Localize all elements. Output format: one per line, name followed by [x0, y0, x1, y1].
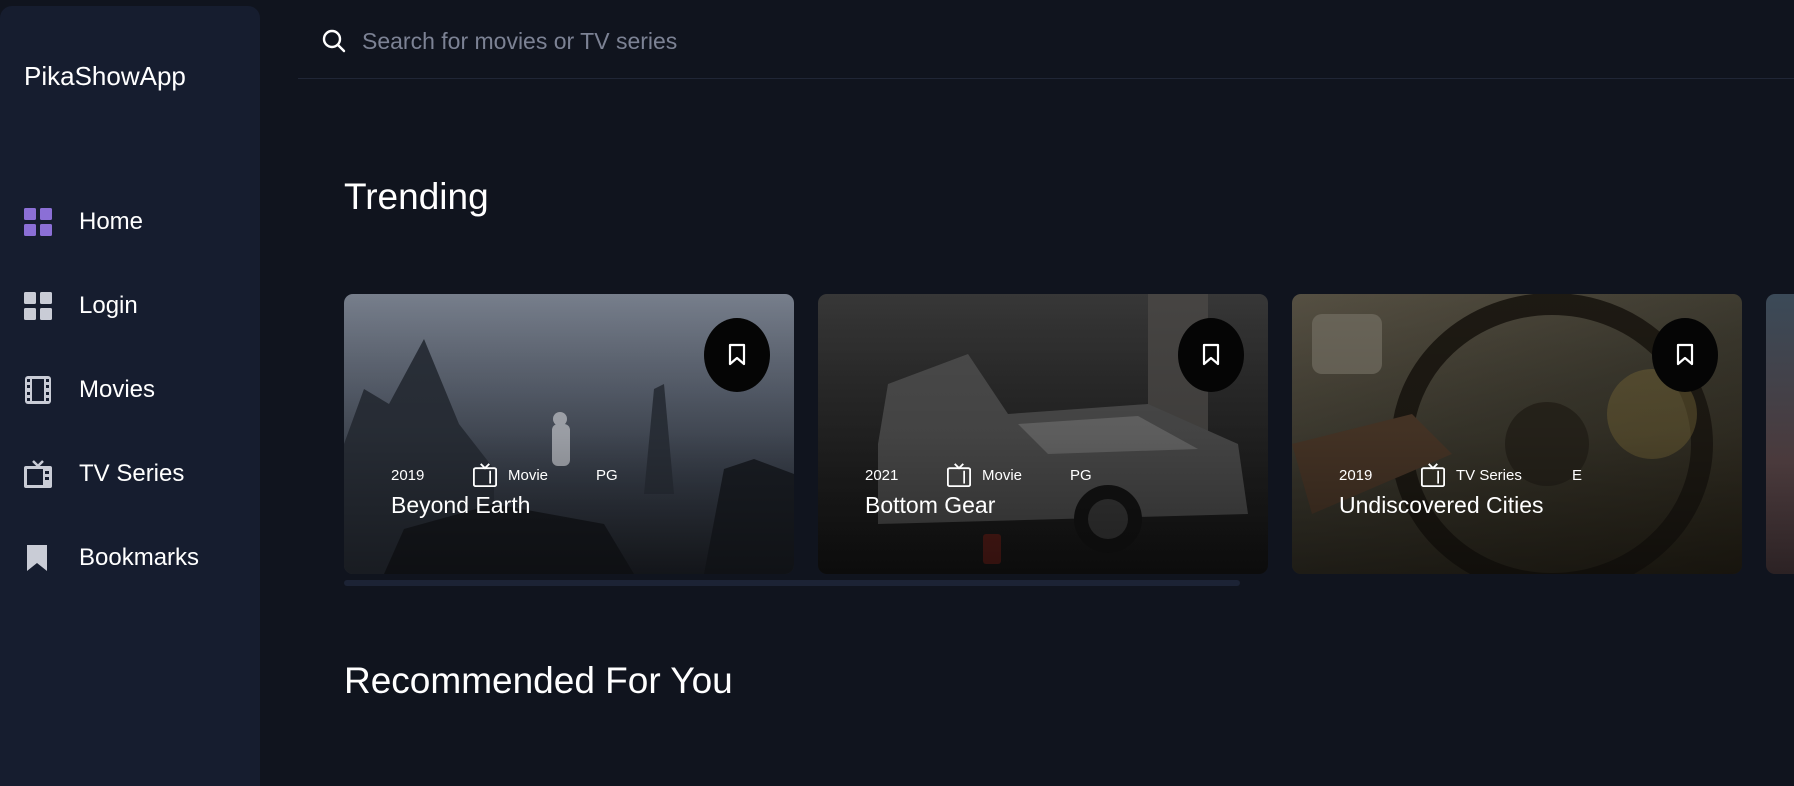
card-title: Beyond Earth	[391, 492, 531, 518]
nav-label-login: Login	[79, 292, 138, 319]
card-title: Undiscovered Cities	[1339, 492, 1544, 518]
card-category: Movie	[508, 466, 549, 484]
card-meta: 2019 Movie PG	[391, 462, 618, 488]
bookmark-icon	[24, 544, 52, 572]
search-bar	[298, 0, 1794, 79]
bookmark-icon	[1202, 343, 1220, 366]
sidebar: PikaShowApp Home Login Movies TV Series …	[0, 6, 260, 786]
trending-card[interactable]: 2019 Movie PG Beyond Earth	[344, 294, 794, 574]
nav-label-movies: Movies	[79, 376, 156, 403]
card-rating: PG	[1070, 466, 1092, 484]
grid-icon	[24, 292, 52, 320]
bookmark-icon	[1676, 343, 1694, 366]
trending-heading: Trending	[344, 176, 489, 217]
nav-item-login[interactable]: Login	[24, 289, 138, 323]
trending-card[interactable]: 2021 Movie PG Bottom Gear	[818, 294, 1268, 574]
card-title: Bottom Gear	[865, 492, 996, 518]
app-logo[interactable]: PikaShowApp	[24, 61, 186, 92]
card-meta: 2021 Movie PG	[865, 462, 1092, 488]
trending-card[interactable]: 2019 TV Series E Undiscovered Cities	[1292, 294, 1742, 574]
bookmark-button[interactable]	[1652, 318, 1718, 392]
nav-item-bookmarks[interactable]: Bookmarks	[24, 541, 199, 575]
film-icon	[24, 376, 52, 404]
tv-icon	[24, 460, 52, 488]
card-year: 2021	[865, 466, 899, 484]
carousel-scrollbar[interactable]	[344, 580, 1240, 586]
card-category: TV Series	[1456, 466, 1522, 484]
search-icon	[322, 29, 346, 58]
tv-icon	[473, 463, 497, 487]
nav-label-tv-series: TV Series	[79, 460, 185, 487]
card-rating: E	[1572, 466, 1583, 484]
grid-icon	[24, 208, 52, 236]
card-year: 2019	[391, 466, 425, 484]
trending-card-partial[interactable]	[1766, 294, 1794, 574]
nav-label-home: Home	[79, 208, 144, 235]
card-meta: 2019 TV Series E	[1339, 462, 1582, 488]
card-rating: PG	[596, 466, 618, 484]
recommended-heading: Recommended For You	[344, 660, 733, 701]
card-year: 2019	[1339, 466, 1373, 484]
card-category: Movie	[982, 466, 1023, 484]
bookmark-button[interactable]	[1178, 318, 1244, 392]
tv-icon	[1421, 463, 1445, 487]
nav-item-home[interactable]: Home	[24, 205, 143, 239]
search-input[interactable]	[360, 20, 1264, 62]
nav-item-tv-series[interactable]: TV Series	[24, 457, 184, 491]
nav-item-movies[interactable]: Movies	[24, 373, 155, 407]
nav-label-bookmarks: Bookmarks	[79, 544, 200, 571]
bookmark-button[interactable]	[704, 318, 770, 392]
bookmark-icon	[728, 343, 746, 366]
tv-icon	[947, 463, 971, 487]
